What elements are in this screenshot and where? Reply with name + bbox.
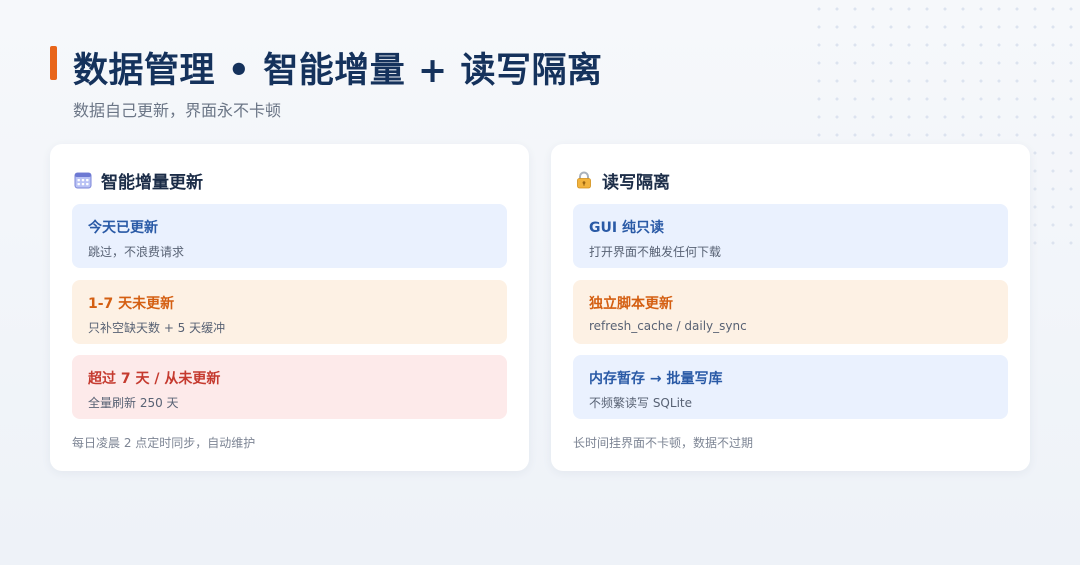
page-title: 数据管理 • 智能增量 + 读写隔离	[73, 51, 603, 91]
list-item: 今天已更新 跳过，不浪费请求	[72, 204, 507, 268]
item-title: GUI 纯只读	[589, 220, 664, 236]
item-description: 不频繁读写 SQLite	[589, 396, 692, 410]
title-accent-bar	[50, 46, 57, 80]
lock-icon	[575, 171, 593, 189]
read-write-isolation-card: 读写隔离 GUI 纯只读 打开界面不触发任何下载 独立脚本更新 refresh_…	[551, 144, 1030, 471]
item-title: 内存暂存 → 批量写库	[589, 371, 723, 387]
item-title: 超过 7 天 / 从未更新	[88, 371, 221, 387]
item-title: 1-7 天未更新	[88, 296, 175, 312]
item-description: 全量刷新 250 天	[88, 396, 179, 410]
page-subtitle: 数据自己更新，界面永不卡顿	[73, 101, 282, 120]
calendar-icon	[74, 171, 92, 189]
card-header: 读写隔离	[575, 168, 670, 193]
card-footnote: 每日凌晨 2 点定时同步，自动维护	[72, 436, 256, 450]
item-description: 只补空缺天数 + 5 天缓冲	[88, 321, 226, 335]
list-item: 内存暂存 → 批量写库 不频繁读写 SQLite	[573, 355, 1008, 419]
card-title: 读写隔离	[602, 172, 670, 193]
list-item: 1-7 天未更新 只补空缺天数 + 5 天缓冲	[72, 280, 507, 344]
card-footnote: 长时间挂界面不卡顿，数据不过期	[573, 436, 754, 450]
card-title: 智能增量更新	[101, 172, 203, 193]
list-item: 独立脚本更新 refresh_cache / daily_sync	[573, 280, 1008, 344]
item-description: refresh_cache / daily_sync	[589, 319, 747, 333]
list-item: 超过 7 天 / 从未更新 全量刷新 250 天	[72, 355, 507, 419]
list-item: GUI 纯只读 打开界面不触发任何下载	[573, 204, 1008, 268]
item-description: 打开界面不触发任何下载	[589, 245, 722, 259]
card-header: 智能增量更新	[74, 168, 203, 193]
slide: 数据管理 • 智能增量 + 读写隔离 数据自己更新，界面永不卡顿 智能增量更新 …	[0, 0, 1080, 565]
item-title: 独立脚本更新	[589, 296, 673, 312]
item-title: 今天已更新	[88, 220, 158, 236]
item-description: 跳过，不浪费请求	[88, 245, 185, 259]
incremental-update-card: 智能增量更新 今天已更新 跳过，不浪费请求 1-7 天未更新 只补空缺天数 + …	[50, 144, 529, 471]
